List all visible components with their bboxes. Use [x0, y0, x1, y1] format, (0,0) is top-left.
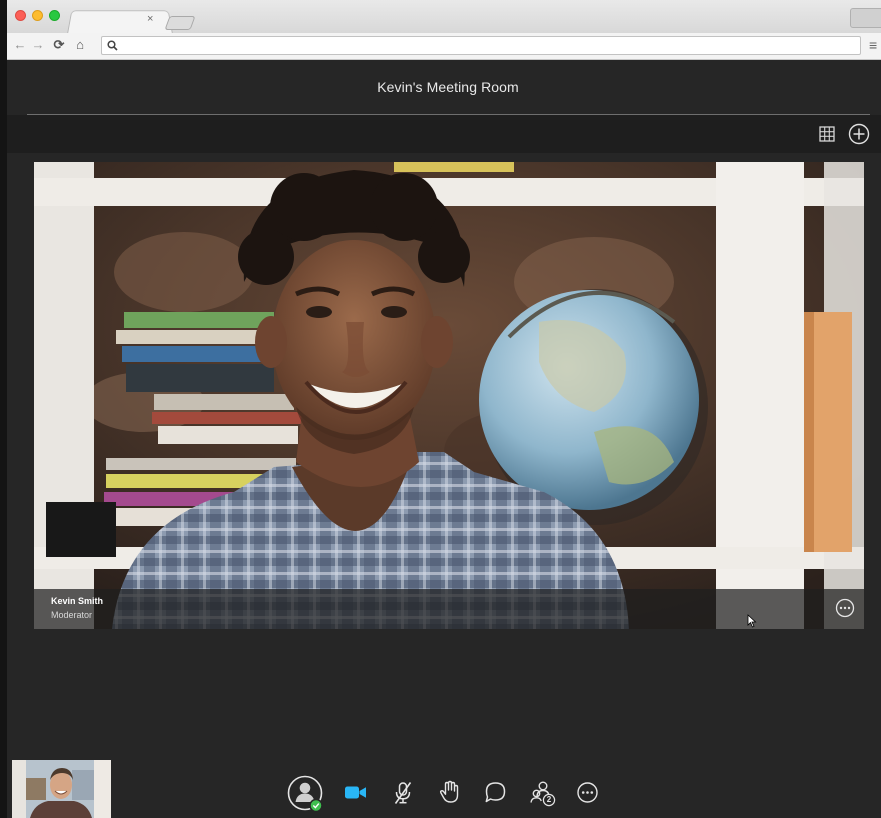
browser-toolbar: ← → ⟳ ⌂ ≡: [7, 33, 881, 60]
reload-icon[interactable]: ⟳: [51, 36, 67, 54]
maximize-window-button[interactable]: [49, 10, 60, 21]
search-icon: [107, 40, 118, 51]
participants-count-badge: 2: [546, 795, 552, 804]
meeting-controls-bar: 2: [7, 772, 881, 818]
minimize-window-button[interactable]: [32, 10, 43, 21]
home-icon[interactable]: ⌂: [72, 36, 88, 54]
address-bar[interactable]: [101, 36, 861, 55]
avatar-icon[interactable]: [287, 774, 325, 814]
tab-close-icon[interactable]: ×: [147, 12, 153, 26]
participant-options-icon[interactable]: [835, 598, 855, 618]
header-actions-bar: [7, 115, 881, 153]
browser-profile-button[interactable]: [850, 8, 881, 28]
close-window-button[interactable]: [15, 10, 26, 21]
mouse-pointer-icon: [747, 614, 757, 628]
participants-icon[interactable]: [528, 779, 558, 807]
chat-bubble-icon[interactable]: [484, 781, 507, 804]
back-icon[interactable]: ←: [12, 36, 28, 54]
add-icon[interactable]: [848, 123, 870, 145]
grid-view-icon[interactable]: [819, 126, 835, 142]
browser-tab-bar: ×: [7, 0, 881, 34]
room-title: Kevin's Meeting Room: [377, 79, 519, 95]
main-video-feed[interactable]: Kevin Smith Moderator: [34, 162, 864, 629]
participant-role: Moderator: [51, 610, 93, 620]
hand-icon[interactable]: [438, 780, 460, 804]
microphone-muted-icon[interactable]: [392, 781, 414, 805]
ellipsis-icon[interactable]: [576, 781, 599, 804]
browser-menu-icon[interactable]: ≡: [869, 38, 881, 52]
forward-icon[interactable]: →: [30, 36, 46, 54]
browser-tab[interactable]: [67, 10, 173, 34]
participant-name: Kevin Smith: [51, 596, 104, 606]
video-camera-icon[interactable]: [345, 785, 367, 800]
participant-video-image: [34, 162, 864, 629]
browser-window: × ← → ⟳ ⌂ ≡ Kevin's Meeting Room Kevin S…: [7, 0, 881, 818]
new-tab-button[interactable]: [164, 16, 196, 30]
participant-info-bar: [34, 589, 864, 629]
